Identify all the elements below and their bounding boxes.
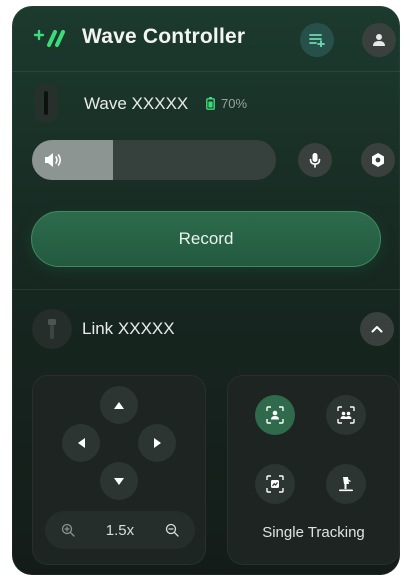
header: Wave Controller: [12, 6, 400, 72]
group-tracking-icon: [337, 406, 355, 424]
device-name: Wave XXXXX: [84, 94, 189, 113]
microphone-device-icon: [34, 84, 58, 122]
arrow-up-icon: [114, 401, 124, 409]
object-tracking-button[interactable]: [255, 464, 295, 504]
app-title: Wave Controller: [82, 25, 246, 48]
hexagon-settings-icon: [372, 153, 384, 167]
wave-logo-icon: [33, 29, 65, 47]
chevron-up-icon: [371, 326, 383, 333]
single-person-tracking-icon: [266, 406, 284, 424]
microphone-button[interactable]: [298, 143, 332, 177]
desk-tracking-button[interactable]: [326, 464, 366, 504]
speaker-icon: [45, 153, 62, 167]
object-tracking-icon: [266, 475, 284, 493]
pan-left-button[interactable]: [62, 424, 100, 462]
user-button[interactable]: [362, 23, 396, 57]
zoom-value: 1.5x: [105, 521, 135, 539]
arrow-left-icon: [77, 438, 85, 448]
wave-controller-panel: Wave Controller Wave XXXXX 70% Record Li…: [12, 6, 400, 575]
arrow-down-icon: [114, 477, 124, 485]
zoom-in-icon[interactable]: [61, 523, 75, 537]
single-tracking-button[interactable]: [255, 395, 295, 435]
mic-icon: [309, 153, 321, 168]
collapse-button[interactable]: [360, 312, 394, 346]
battery-icon: [206, 97, 215, 110]
zoom-control: 1.5x: [45, 511, 195, 549]
tracking-mode-label: Single Tracking: [262, 524, 365, 541]
pan-right-button[interactable]: [138, 424, 176, 462]
playlist-add-icon: [309, 34, 325, 47]
arrow-right-icon: [153, 438, 161, 448]
pan-up-button[interactable]: [100, 386, 138, 424]
zoom-out-icon[interactable]: [165, 523, 180, 537]
settings-button[interactable]: [361, 143, 395, 177]
section-divider: [12, 289, 400, 290]
user-icon: [373, 34, 385, 46]
battery-percent: 70%: [221, 96, 248, 111]
volume-slider[interactable]: [32, 140, 276, 180]
record-button[interactable]: Record: [31, 211, 381, 267]
group-tracking-button[interactable]: [326, 395, 366, 435]
desk-tracking-icon: [339, 477, 353, 492]
tracking-mode-card: Single Tracking: [227, 375, 400, 565]
gimbal-icon: [32, 309, 72, 349]
battery-status: 70%: [206, 96, 247, 111]
direction-control-card: 1.5x: [32, 375, 206, 565]
device-row[interactable]: Wave XXXXX 70%: [12, 72, 400, 134]
playlist-add-button[interactable]: [300, 23, 334, 57]
pan-down-button[interactable]: [100, 462, 138, 500]
link-device-name: Link XXXXX: [82, 319, 175, 338]
